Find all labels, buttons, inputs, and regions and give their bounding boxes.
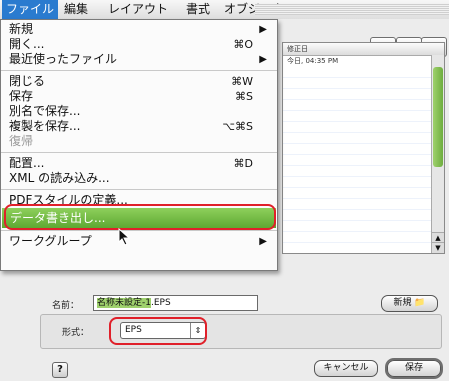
name-label: 名前： [52,301,80,311]
menu-item-shortcut: ⌥⌘S [222,120,253,133]
menu-item-label: 配置... [9,156,45,170]
menubar-stripes [255,4,449,15]
name-field-selection: 名称未設定-1 [97,298,151,308]
menu-item-label: 開く... [9,37,45,51]
menu-edit[interactable]: 編集 [60,0,92,19]
name-field-extension: .EPS [150,298,171,308]
menu-file[interactable]: ファイル [2,0,59,19]
file-list-background [283,67,431,253]
mouse-cursor-icon [118,228,131,246]
export-annotation-ring [4,204,276,230]
menu-item-save-as[interactable]: 別名で保存... [9,104,267,119]
menu-separator [1,152,277,153]
menu-item-import-xml[interactable]: XML の読み込み... [9,171,267,186]
menu-item-open[interactable]: 開く... ⌘O [9,37,267,52]
menu-item-label: 別名で保存... [9,104,81,118]
menu-bar: ファイル 編集 レイアウト 書式 オブジェク [0,0,449,20]
name-field[interactable]: 名称未設定-1.EPS [93,295,258,311]
menu-item-save-copy[interactable]: 複製を保存... ⌥⌘S [9,119,267,134]
menu-item-place[interactable]: 配置... ⌘D [9,156,267,171]
menu-item-label: ワークグループ [9,234,92,248]
menu-item-label: XML の読み込み... [9,171,110,185]
scrollbar-thumb[interactable] [433,67,443,167]
menu-item-shortcut: ⌘O [233,38,253,51]
menu-separator [1,70,277,71]
menu-item-label: 新規 [9,22,34,36]
new-folder-label: 新規 [393,298,412,308]
menu-separator [1,189,277,190]
menu-layout[interactable]: レイアウト [104,0,172,19]
format-panel [40,314,442,349]
file-browser[interactable]: 修正日 今日, 04:35 PM ▲ ▼ [282,42,445,254]
submenu-arrow-icon: ▶ [259,236,267,247]
menu-item-label: 保存 [9,89,34,103]
submenu-arrow-icon: ▶ [259,54,267,65]
new-folder-button[interactable]: 新規 📁 [381,295,438,312]
menu-item-new[interactable]: 新規 ▶ [9,22,267,37]
menu-style[interactable]: 書式 [182,0,214,19]
help-button[interactable]: ? [52,362,68,378]
menu-item-revert: 復帰 [9,134,267,149]
menu-item-recent-files[interactable]: 最近使ったファイル ▶ [9,52,267,67]
format-annotation-ring [109,317,207,345]
submenu-arrow-icon: ▶ [259,24,267,35]
menu-item-shortcut: ⌘D [233,157,253,170]
scroll-down-arrow[interactable]: ▼ [432,242,444,253]
menu-item-save[interactable]: 保存 ⌘S [9,89,267,104]
menu-item-label: 閉じる [9,74,46,88]
menu-item-shortcut: ⌘W [231,75,253,88]
format-label: 形式： [62,328,90,338]
column-header-modified[interactable]: 修正日 [283,43,444,56]
cancel-button[interactable]: キャンセル [314,360,378,377]
menu-item-label: 復帰 [9,134,34,148]
menu-item-workgroup[interactable]: ワークグループ ▶ [9,234,267,249]
menu-separator [1,230,277,231]
menu-item-label: 最近使ったファイル [9,52,118,66]
menu-item-label: 複製を保存... [9,119,81,133]
menu-item-close[interactable]: 閉じる ⌘W [9,74,267,89]
file-list-scrollbar[interactable]: ▲ ▼ [431,55,444,253]
file-menu: 新規 ▶ 開く... ⌘O 最近使ったファイル ▶ 閉じる ⌘W 保存 ⌘S 別… [0,19,278,271]
save-button[interactable]: 保存 [387,360,441,377]
folder-icon: 📁 [414,298,426,308]
menu-item-shortcut: ⌘S [235,90,253,103]
